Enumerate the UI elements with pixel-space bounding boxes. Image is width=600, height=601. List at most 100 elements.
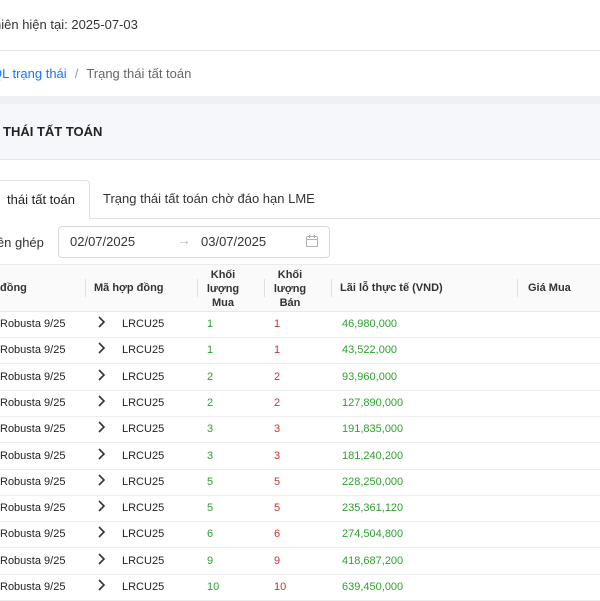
cell-sell-qty: 3 — [274, 423, 281, 436]
cell-contract-code: LRCU25 — [122, 370, 165, 383]
date-range-picker[interactable]: 02/07/2025 → 03/07/2025 — [58, 226, 330, 258]
cell-contract-name: Robusta 9/25 — [0, 554, 66, 567]
date-start-input[interactable]: 02/07/2025 — [70, 234, 135, 249]
section-divider — [0, 96, 600, 104]
chevron-right-icon[interactable] — [96, 420, 108, 434]
chevron-right-icon[interactable] — [96, 578, 108, 592]
table-row[interactable]: Robusta 9/25 LRCU25 5 5 235,361,120 — [0, 495, 600, 523]
cell-contract-name: Robusta 9/25 — [0, 475, 66, 488]
chevron-right-icon[interactable] — [96, 394, 108, 408]
cell-contract-name: Robusta 9/25 — [0, 449, 66, 462]
cell-realized-pnl: 418,687,200 — [342, 554, 404, 567]
cell-sell-qty: 9 — [274, 554, 281, 567]
cell-contract-code: LRCU25 — [122, 318, 165, 330]
column-divider — [197, 279, 198, 297]
tab-settlement-pending-lme[interactable]: Trạng thái tất toán chờ đáo hạn LME — [103, 180, 315, 217]
cell-buy-qty: 3 — [207, 423, 214, 436]
breadcrumb-current: Trạng thái tất toán — [86, 66, 192, 81]
col-header-sell-qty-line2: lượng — [273, 283, 307, 295]
date-end-input[interactable]: 03/07/2025 — [201, 234, 266, 249]
table-row[interactable]: Robusta 9/25 LRCU25 3 3 191,835,000 — [0, 416, 600, 444]
breadcrumb: QL trạng thái / Trạng thái tất toán — [0, 66, 191, 81]
page-title: THÁI TẤT TOÁN — [3, 124, 103, 139]
calendar-icon[interactable] — [305, 234, 319, 248]
table-row[interactable]: Robusta 9/25 LRCU25 2 2 127,890,000 — [0, 390, 600, 417]
column-divider — [517, 279, 518, 297]
cell-buy-qty: 1 — [207, 344, 214, 357]
cell-sell-qty: 3 — [274, 449, 281, 462]
col-header-buy-qty: Khối lượng Mua — [200, 268, 246, 310]
cell-contract-name: Robusta 9/25 — [0, 318, 66, 330]
cell-buy-qty: 3 — [207, 449, 214, 462]
chevron-right-icon[interactable] — [96, 447, 108, 461]
filter-label: iên ghép — [0, 235, 44, 250]
col-header-contract: đồng — [0, 282, 27, 294]
col-header-sell-qty: Khối lượng Bán — [267, 268, 313, 310]
table-row[interactable]: Robusta 9/25 LRCU25 3 3 181,240,200 — [0, 443, 600, 470]
cell-buy-qty: 5 — [207, 475, 214, 488]
top-bar: hiên hiện tại: 2025-07-03 — [0, 0, 600, 51]
col-header-buy-price: Giá Mua — [528, 282, 571, 294]
cell-sell-qty: 2 — [274, 370, 281, 383]
table-row[interactable]: Robusta 9/25 LRCU25 5 5 228,250,000 — [0, 469, 600, 496]
chevron-right-icon[interactable] — [96, 473, 108, 487]
cell-realized-pnl: 191,835,000 — [342, 423, 404, 436]
column-divider — [264, 279, 265, 297]
cell-contract-code: LRCU25 — [122, 528, 165, 541]
cell-contract-name: Robusta 9/25 — [0, 344, 66, 357]
cell-realized-pnl: 181,240,200 — [342, 449, 404, 462]
cell-buy-qty: 6 — [207, 528, 214, 541]
table-row[interactable]: Robusta 9/25 LRCU25 1 1 43,522,000 — [0, 337, 600, 365]
chevron-right-icon[interactable] — [96, 552, 108, 566]
chevron-right-icon[interactable] — [96, 315, 108, 329]
cell-contract-code: LRCU25 — [122, 581, 165, 593]
cell-contract-code: LRCU25 — [122, 475, 165, 488]
cell-contract-code: LRCU25 — [122, 502, 165, 515]
cell-contract-code: LRCU25 — [122, 423, 165, 436]
table-header: đồng Mã hợp đồng Khối lượng Mua Khối lượ… — [0, 264, 600, 312]
table-row[interactable]: Robusta 9/25 LRCU25 1 1 46,980,000 — [0, 311, 600, 338]
cell-realized-pnl: 43,522,000 — [342, 344, 398, 357]
col-header-buy-qty-line3: Mua — [212, 297, 234, 309]
cell-buy-qty: 2 — [207, 370, 214, 383]
col-header-sell-qty-line3: Bán — [279, 297, 301, 309]
tab-settlement-status[interactable]: thái tất toán — [0, 180, 90, 219]
cell-contract-code: LRCU25 — [122, 449, 165, 462]
tab-label: thái tất toán — [7, 192, 75, 207]
chevron-right-icon[interactable] — [96, 368, 108, 382]
cell-realized-pnl: 127,890,000 — [342, 396, 404, 409]
cell-sell-qty: 5 — [274, 502, 281, 515]
cell-sell-qty: 5 — [274, 475, 281, 488]
cell-sell-qty: 2 — [274, 396, 281, 409]
cell-contract-code: LRCU25 — [122, 554, 165, 567]
chevron-right-icon[interactable] — [96, 499, 108, 513]
table-row[interactable]: Robusta 9/25 LRCU25 10 10 639,450,000 — [0, 574, 600, 601]
table-row[interactable]: Robusta 9/25 LRCU25 9 9 418,687,200 — [0, 548, 600, 575]
table-row[interactable]: Robusta 9/25 LRCU25 6 6 274,504,800 — [0, 521, 600, 549]
cell-realized-pnl: 274,504,800 — [342, 528, 404, 541]
column-divider — [85, 279, 86, 297]
cell-buy-qty: 10 — [207, 581, 220, 593]
cell-contract-name: Robusta 9/25 — [0, 502, 66, 515]
breadcrumb-link-status-management[interactable]: QL trạng thái — [0, 66, 67, 81]
cell-buy-qty: 2 — [207, 396, 214, 409]
cell-realized-pnl: 228,250,000 — [342, 475, 404, 488]
chevron-right-icon[interactable] — [96, 341, 108, 355]
breadcrumb-separator: / — [74, 66, 79, 81]
col-header-buy-qty-line1: Khối — [210, 269, 236, 281]
cell-contract-code: LRCU25 — [122, 344, 165, 357]
col-header-buy-qty-line2: lượng — [206, 283, 240, 295]
cell-contract-name: Robusta 9/25 — [0, 370, 66, 383]
column-divider — [331, 279, 332, 297]
table-row[interactable]: Robusta 9/25 LRCU25 2 2 93,960,000 — [0, 364, 600, 391]
cell-contract-name: Robusta 9/25 — [0, 528, 66, 541]
cell-buy-qty: 5 — [207, 502, 214, 515]
cell-contract-code: LRCU25 — [122, 396, 165, 409]
tab-bar: thái tất toán Trạng thái tất toán chờ đá… — [0, 180, 600, 219]
cell-contract-name: Robusta 9/25 — [0, 423, 66, 436]
col-header-sell-qty-line1: Khối — [277, 269, 303, 281]
cell-sell-qty: 10 — [274, 581, 287, 593]
cell-realized-pnl: 93,960,000 — [342, 370, 398, 383]
arrow-right-icon: → — [177, 232, 191, 248]
chevron-right-icon[interactable] — [96, 525, 108, 539]
